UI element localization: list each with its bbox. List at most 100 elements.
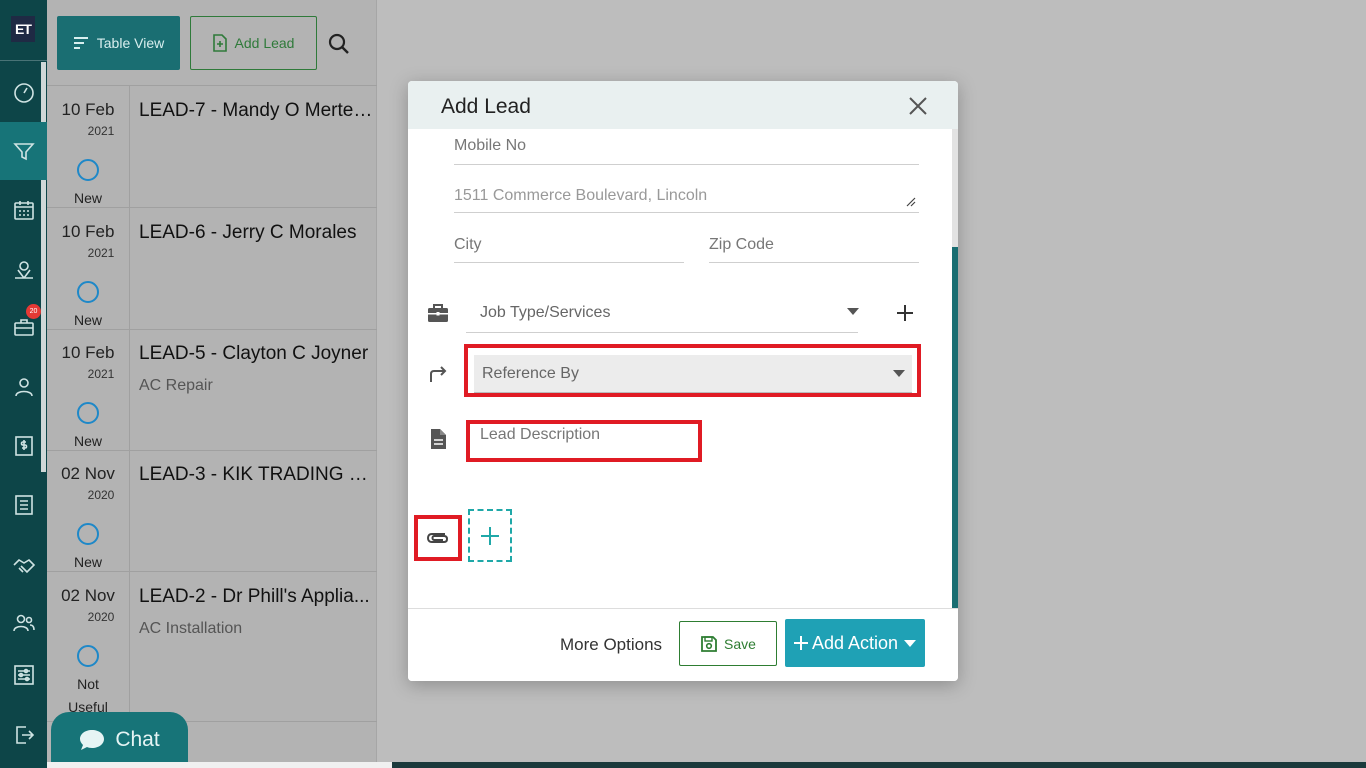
status-circle-icon (77, 402, 99, 424)
sidebar-item-calendar[interactable] (0, 185, 47, 235)
chevron-down-icon (847, 308, 859, 315)
lead-title: LEAD-7 - Mandy O Mertens (139, 100, 373, 121)
users-icon (12, 614, 35, 632)
sidebar-item-customers[interactable] (0, 362, 47, 412)
lead-list-item[interactable]: 02 Nov 2020 New LEAD-3 - KIK TRADING LTD (47, 450, 377, 572)
table-view-button[interactable]: Table View (57, 16, 180, 70)
lead-list-item[interactable]: 10 Feb 2021 New LEAD-5 - Clayton C Joyne… (47, 329, 377, 451)
plus-icon (793, 636, 808, 650)
lead-date-column: 10 Feb 2021 New (47, 329, 130, 450)
resize-handle-icon[interactable] (906, 197, 916, 207)
funnel-icon (12, 143, 35, 161)
lead-day: 10 Feb (61, 343, 115, 362)
lead-date-column: 02 Nov 2020 New (47, 450, 130, 571)
lead-day: 10 Feb (61, 100, 115, 119)
sidebar-item-logout[interactable] (0, 710, 47, 760)
app-logo: ET (11, 16, 35, 42)
status-circle-icon (77, 281, 99, 303)
add-action-label: Add Action (811, 632, 899, 653)
add-lead-dialog: Add Lead Mobile No 1511 Commerce Bouleva… (408, 81, 958, 681)
address-textarea[interactable]: 1511 Commerce Boulevard, Lincoln (454, 187, 707, 205)
more-options-link[interactable]: More Options (560, 635, 662, 655)
reference-highlight: Reference By (464, 344, 921, 397)
lead-day: 02 Nov (61, 464, 115, 483)
chat-button[interactable]: Chat (51, 712, 188, 768)
lead-date-column: 10 Feb 2021 New (47, 208, 130, 329)
sort-lines-icon (73, 37, 88, 49)
lead-title: LEAD-6 - Jerry C Morales (139, 222, 357, 243)
user-icon (14, 378, 33, 397)
dialog-footer: More Options Save Add Action (408, 608, 958, 681)
lead-list-item[interactable]: 10 Feb 2021 New LEAD-6 - Jerry C Morales (47, 208, 377, 330)
lead-title: LEAD-5 - Clayton C Joyner (139, 343, 369, 364)
sidebar-item-invoices[interactable] (0, 421, 47, 471)
briefcase-icon (428, 304, 448, 322)
document-icon (431, 429, 446, 449)
add-job-type-icon[interactable] (895, 303, 915, 323)
lead-list-item[interactable]: 10 Feb 2021 New LEAD-7 - Mandy O Mertens (47, 86, 377, 208)
dialog-scrollbar[interactable] (952, 129, 958, 609)
search-icon[interactable] (328, 33, 350, 55)
add-lead-label: Add Lead (234, 35, 295, 51)
sidebar-item-leads[interactable] (0, 122, 47, 180)
chat-bubble-icon (80, 730, 105, 750)
mobile-input[interactable]: Mobile No (454, 137, 526, 155)
save-button[interactable]: Save (679, 621, 777, 666)
paperclip-icon[interactable] (425, 529, 451, 547)
footer-strip (47, 762, 392, 768)
lead-day: 02 Nov (61, 586, 115, 605)
lead-year: 2021 (87, 124, 115, 138)
dialog-title: Add Lead (441, 95, 531, 118)
save-label: Save (724, 635, 756, 652)
sliders-icon (13, 665, 34, 685)
job-type-label: Job Type/Services (480, 304, 611, 321)
sidebar-item-lists[interactable] (0, 480, 47, 530)
lead-description-label: Lead Description (480, 426, 601, 443)
calendar-icon (13, 201, 34, 220)
chevron-down-icon (893, 370, 905, 377)
list-icon (14, 495, 33, 515)
zip-code-input[interactable]: Zip Code (709, 236, 774, 254)
zip-underline (709, 262, 919, 263)
sidebar-item-deals[interactable] (0, 540, 47, 590)
city-underline (454, 262, 684, 263)
sidebar-item-map[interactable] (0, 244, 47, 294)
lead-year: 2020 (87, 488, 115, 502)
sidebar-item-settings[interactable] (0, 650, 47, 700)
status-circle-icon (77, 523, 99, 545)
lead-list-item[interactable]: 02 Nov 2020 Not Useful LEAD-2 - Dr Phill… (47, 572, 377, 722)
reference-by-select[interactable]: Reference By (474, 355, 912, 393)
lead-year: 2020 (87, 610, 115, 624)
table-view-label: Table View (96, 35, 165, 51)
add-lead-button[interactable]: Add Lead (190, 16, 317, 70)
lead-description-input[interactable]: Lead Description (466, 420, 702, 462)
lead-service: AC Installation (139, 620, 243, 637)
job-type-select[interactable]: Job Type/Services (466, 293, 859, 333)
dollar-icon (14, 436, 33, 456)
dialog-scrollbar-thumb[interactable] (952, 129, 958, 247)
mobile-underline (454, 164, 919, 165)
city-input[interactable]: City (454, 236, 482, 254)
caret-down-icon (904, 639, 917, 647)
logout-icon (15, 726, 34, 744)
plus-icon (481, 526, 499, 545)
attachment-highlight (414, 515, 462, 561)
add-action-button[interactable]: Add Action (785, 619, 925, 667)
add-file-icon (212, 34, 227, 52)
sidebar-item-team[interactable] (0, 598, 47, 648)
sidebar-item-dashboard[interactable] (0, 68, 47, 118)
reference-by-label: Reference By (482, 365, 579, 382)
address-underline (454, 212, 919, 213)
close-icon[interactable] (908, 96, 928, 116)
handshake-icon (12, 558, 35, 574)
footer-bar (392, 762, 1366, 768)
job-type-underline (466, 332, 858, 333)
lead-year: 2021 (87, 367, 115, 381)
gauge-icon (13, 83, 34, 103)
notification-badge: 20 (26, 304, 41, 319)
add-attachment-button[interactable] (468, 509, 512, 562)
lead-status: New (73, 190, 102, 206)
map-pin-icon (14, 261, 33, 279)
lead-service: AC Repair (139, 377, 213, 394)
lead-date-column: 02 Nov 2020 Not Useful (47, 572, 130, 721)
